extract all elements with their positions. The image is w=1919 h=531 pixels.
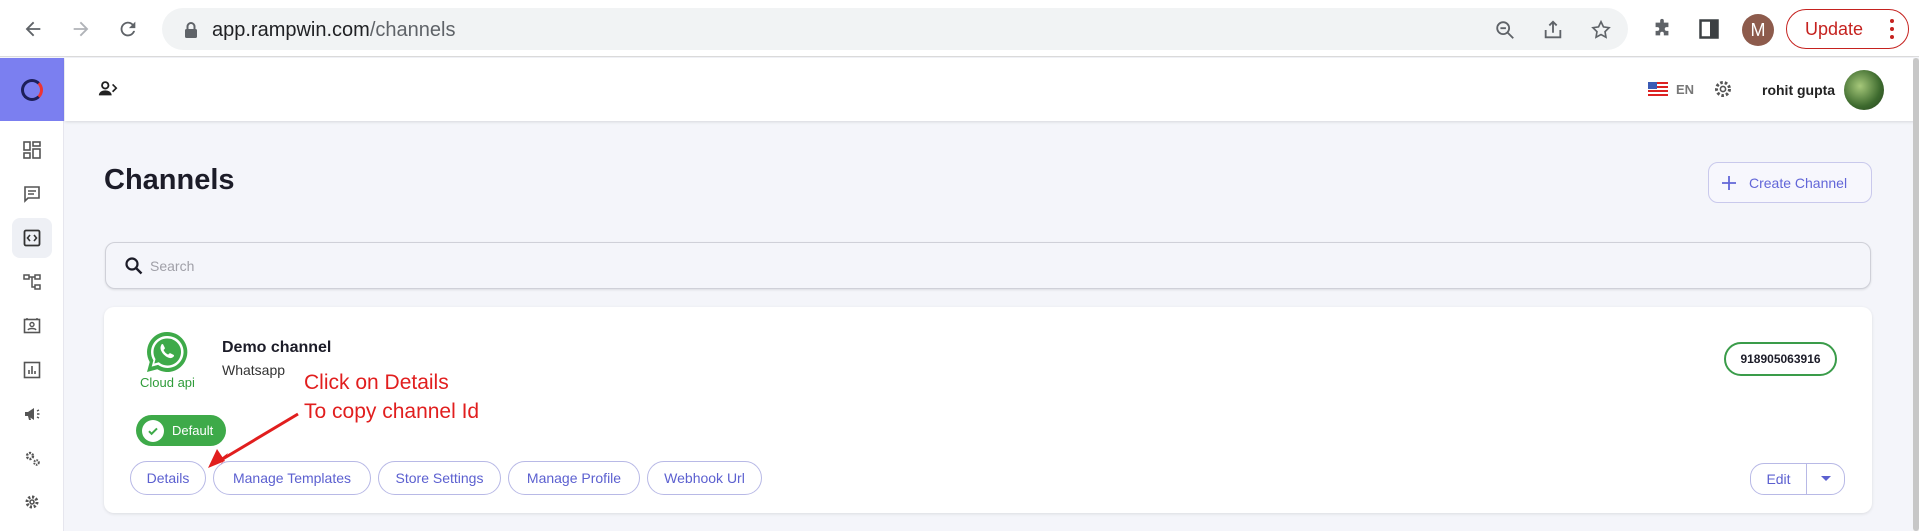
sidebar-item-chat[interactable] bbox=[12, 174, 52, 214]
channel-name: Demo channel bbox=[222, 339, 332, 356]
user-name[interactable]: rohit gupta bbox=[1762, 82, 1835, 98]
sidebar-item-contacts[interactable] bbox=[12, 306, 52, 346]
us-flag-icon[interactable] bbox=[1648, 82, 1668, 96]
search-bar[interactable] bbox=[105, 242, 1871, 289]
gears-icon bbox=[25, 451, 40, 466]
sidebar-item-flows[interactable] bbox=[12, 262, 52, 302]
sidebar-item-campaigns[interactable] bbox=[12, 394, 52, 434]
bar-chart-icon bbox=[23, 361, 41, 379]
sidebar-item-dashboard[interactable] bbox=[12, 130, 52, 170]
annotation-line-2: To copy channel Id bbox=[304, 400, 480, 423]
back-button[interactable] bbox=[16, 12, 50, 46]
extensions-puzzle-icon[interactable] bbox=[1648, 15, 1676, 43]
edit-dropdown-button[interactable] bbox=[1807, 464, 1844, 494]
app-logo[interactable] bbox=[0, 58, 64, 121]
megaphone-icon bbox=[25, 408, 40, 420]
edit-button[interactable]: Edit bbox=[1751, 464, 1807, 494]
details-button[interactable]: Details bbox=[130, 461, 206, 495]
sidebar-item-settings[interactable] bbox=[12, 482, 52, 522]
caret-down-icon bbox=[1820, 476, 1831, 481]
search-input[interactable] bbox=[150, 255, 1850, 277]
zoom-out-icon[interactable] bbox=[1492, 17, 1518, 43]
url-host: app.rampwin.com bbox=[212, 19, 370, 41]
browser-toolbar: app.rampwin.com/channels M Update bbox=[0, 0, 1919, 57]
page-title: Channels bbox=[104, 164, 235, 196]
provider-label: Cloud api bbox=[140, 375, 195, 390]
more-vert-icon bbox=[1890, 19, 1894, 39]
flow-tree-icon bbox=[23, 274, 41, 290]
channel-type: Whatsapp bbox=[222, 362, 286, 378]
language-label[interactable]: EN bbox=[1676, 82, 1694, 97]
plus-icon bbox=[1709, 175, 1749, 191]
arrow-right-icon bbox=[73, 21, 89, 37]
address-bar[interactable]: app.rampwin.com/channels bbox=[162, 8, 1628, 50]
user-switch-icon[interactable] bbox=[97, 78, 121, 102]
search-icon bbox=[125, 257, 143, 275]
update-button[interactable]: Update bbox=[1786, 9, 1909, 49]
scrollbar-thumb[interactable] bbox=[1913, 58, 1919, 531]
settings-gear-icon[interactable] bbox=[1712, 78, 1734, 100]
code-box-icon bbox=[23, 229, 41, 247]
lock-icon[interactable] bbox=[178, 17, 204, 43]
edit-button-group: Edit bbox=[1750, 463, 1845, 495]
phone-number-badge: 918905063916 bbox=[1724, 342, 1837, 376]
check-icon bbox=[142, 419, 164, 442]
app-header: EN rohit gupta bbox=[65, 58, 1915, 121]
whatsapp-icon bbox=[147, 331, 188, 372]
update-label: Update bbox=[1805, 18, 1864, 39]
bookmark-star-icon[interactable] bbox=[1588, 17, 1614, 43]
forward-button[interactable] bbox=[64, 12, 98, 46]
gear-icon bbox=[25, 495, 39, 509]
create-channel-label: Create Channel bbox=[1749, 174, 1848, 191]
create-channel-button[interactable]: Create Channel bbox=[1708, 162, 1872, 203]
sidebar-item-integrations[interactable] bbox=[12, 438, 52, 478]
annotation-line-1: Click on Details bbox=[304, 371, 449, 394]
chat-icon bbox=[24, 186, 40, 203]
annotation-arrow-icon bbox=[208, 412, 299, 468]
reload-icon bbox=[120, 21, 136, 37]
manage-profile-button[interactable]: Manage Profile bbox=[508, 461, 640, 495]
sidebar-item-channels[interactable] bbox=[12, 218, 52, 258]
user-avatar[interactable] bbox=[1844, 70, 1884, 110]
contact-card-icon bbox=[23, 318, 41, 334]
url-text[interactable]: app.rampwin.com/channels bbox=[212, 19, 455, 42]
url-path: /channels bbox=[369, 19, 456, 41]
dashboard-icon bbox=[23, 141, 41, 159]
arrow-left-icon bbox=[25, 21, 41, 37]
app-sidebar bbox=[0, 58, 64, 531]
webhook-url-button[interactable]: Webhook Url bbox=[647, 461, 762, 495]
profile-avatar[interactable]: M bbox=[1742, 14, 1774, 46]
side-panel-icon[interactable] bbox=[1695, 15, 1723, 43]
store-settings-button[interactable]: Store Settings bbox=[378, 461, 501, 495]
logo-icon bbox=[21, 78, 43, 101]
sidebar-item-analytics[interactable] bbox=[12, 350, 52, 390]
reload-button[interactable] bbox=[111, 12, 145, 46]
share-icon[interactable] bbox=[1540, 17, 1566, 43]
